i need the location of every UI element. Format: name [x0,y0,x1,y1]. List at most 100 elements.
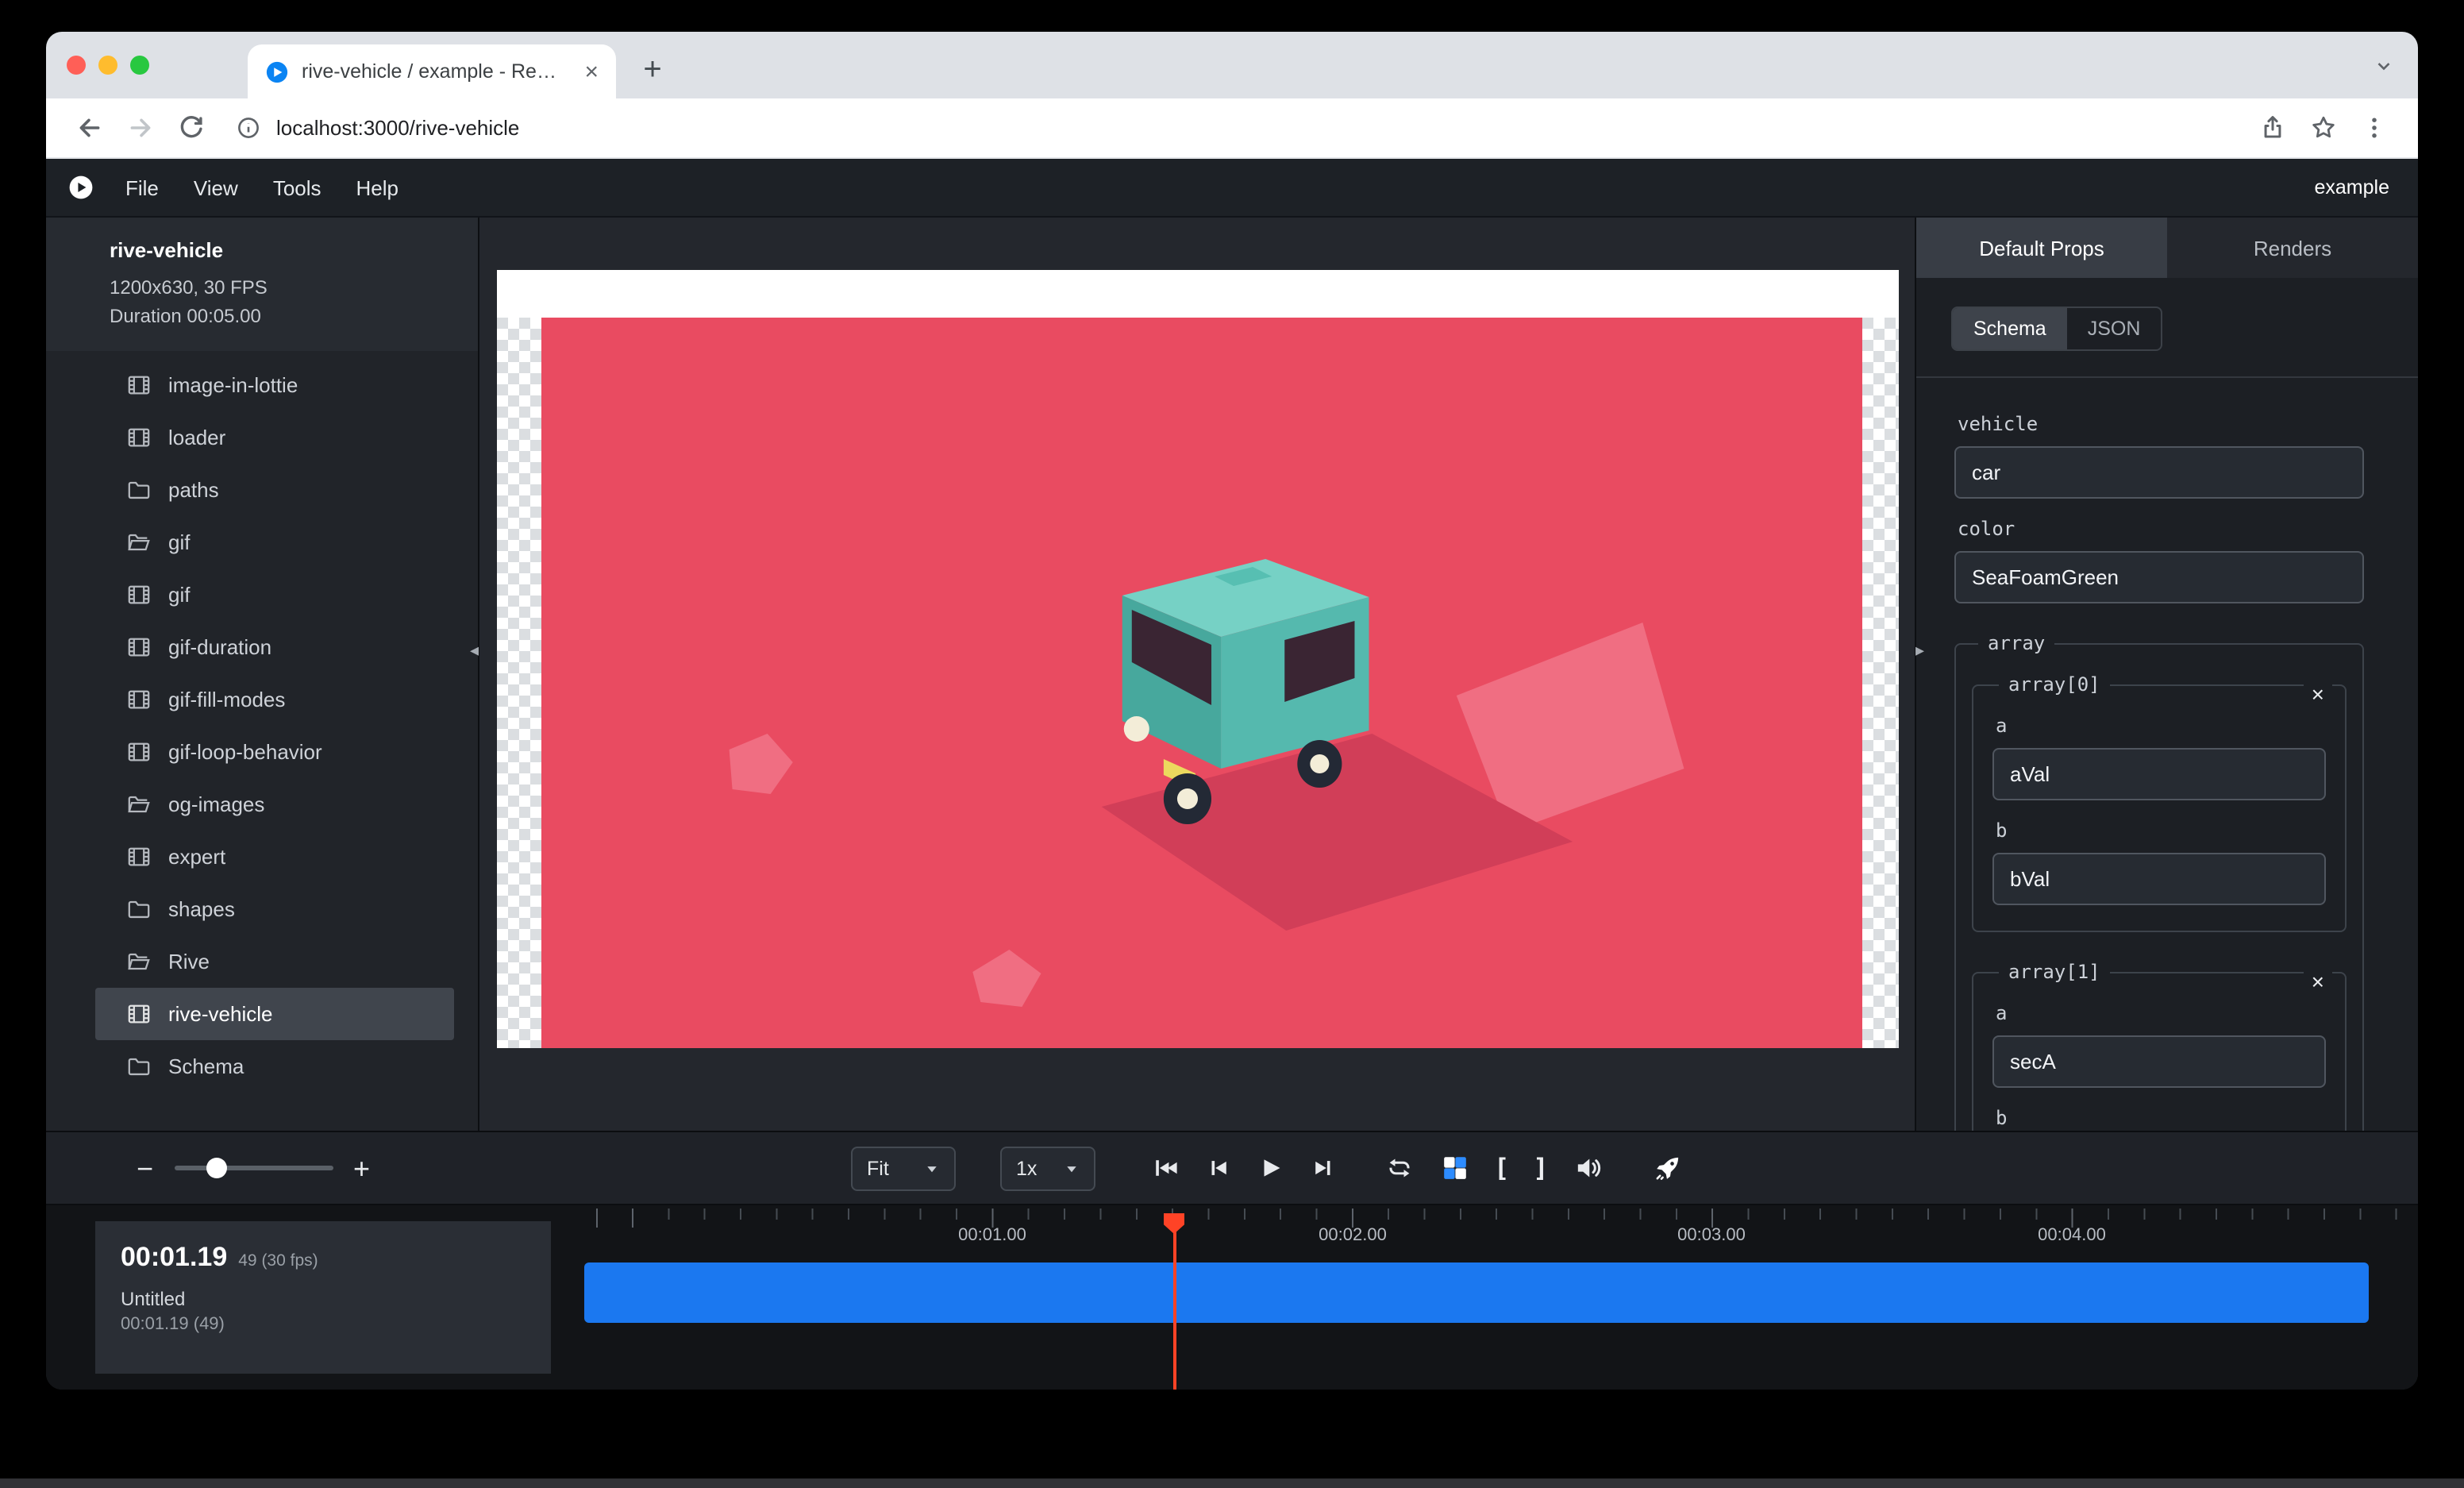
fit-select[interactable]: Fit [851,1146,956,1190]
speed-select-value: 1x [1016,1157,1037,1179]
zoom-slider-knob[interactable] [206,1158,226,1178]
zoom-out-icon[interactable]: − [137,1154,153,1182]
sidebar-item-rive-vehicle[interactable]: rive-vehicle [95,988,454,1040]
bookmark-star-icon[interactable] [2300,105,2347,151]
jump-to-end-icon[interactable] [1307,1152,1338,1184]
render-rocket-icon[interactable] [1652,1152,1684,1184]
sidebar-item-label: paths [168,478,219,502]
in-point-icon[interactable]: [ [1494,1155,1509,1181]
sidebar-item-label: gif-duration [168,635,271,659]
track-name: Untitled [121,1288,526,1310]
sidebar-item-schema[interactable]: Schema [95,1040,454,1093]
sidebar-item-paths[interactable]: paths [95,464,454,516]
film-icon [127,426,151,449]
sidebar-item-gif-folder[interactable]: gif [95,516,454,569]
timeline-ruler[interactable]: 00:01.00 00:02.00 00:03.00 00:04.00 [583,1205,2418,1253]
vehicle-input[interactable] [1954,446,2364,499]
array-fieldset: array array[0] × a b array[1] [1954,632,2364,1131]
remove-array-item-icon[interactable]: × [2304,680,2332,708]
sidebar-item-rive[interactable]: Rive [95,935,454,988]
close-window-button[interactable] [67,56,86,75]
sidebar-item-label: Schema [168,1054,244,1078]
subtab-schema[interactable]: Schema [1953,308,2067,349]
browser-tab[interactable]: rive-vehicle / example - Remot × [248,44,616,98]
menu-item-file[interactable]: File [108,175,176,199]
tab-renders[interactable]: Renders [2167,218,2418,278]
film-icon [127,635,151,659]
array-0-a-input[interactable] [1992,748,2326,800]
minimize-window-button[interactable] [98,56,117,75]
folder-open-icon [127,792,151,816]
array-item-0-label: array[0] [1999,673,2110,696]
sidebar-item-gif-fill-modes[interactable]: gif-fill-modes [95,673,454,726]
vehicle-illustration [541,318,1862,1048]
sidebar-item-label: og-images [168,792,264,816]
sidebar-item-shapes[interactable]: shapes [95,883,454,935]
color-input[interactable] [1954,551,2364,603]
timeline-track-bar[interactable] [584,1262,2369,1323]
zoom-window-button[interactable] [130,56,149,75]
previous-frame-icon[interactable] [1202,1152,1234,1184]
array-0-b-input[interactable] [1992,853,2326,905]
film-icon [127,688,151,711]
zoom-controls: − + [137,1132,370,1204]
transparency-checkerboard-icon[interactable] [1438,1152,1470,1184]
play-icon[interactable] [1254,1152,1286,1184]
array-item-1-fieldset: array[1] × a b [1972,961,2347,1131]
transparency-checker-right [1862,318,1899,1048]
sidebar-item-expert[interactable]: expert [95,831,454,883]
tab-search-chevron-icon[interactable] [2374,55,2394,75]
loop-icon[interactable] [1383,1152,1415,1184]
browser-tabstrip: rive-vehicle / example - Remot × + [46,32,2418,98]
menu-item-view[interactable]: View [176,175,256,199]
collapse-sidebar-arrow-icon[interactable]: ◂ [470,643,479,661]
composition-list: image-in-lottie loader paths gif [46,351,478,1093]
sidebar-item-gif-loop-behavior[interactable]: gif-loop-behavior [95,726,454,778]
desktop: rive-vehicle / example - Remot × + [0,0,2464,1488]
folder-icon [127,1054,151,1078]
url-field[interactable]: localhost:3000/rive-vehicle [219,116,2245,140]
remotion-logo-icon[interactable] [68,175,94,200]
sidebar-item-gif-duration[interactable]: gif-duration [95,621,454,673]
share-icon[interactable] [2250,105,2296,151]
desktop-bottom-strip [0,1478,2464,1488]
collapse-panel-arrow-icon[interactable]: ▸ [1915,643,1924,661]
back-icon[interactable] [67,105,113,151]
browser-menu-kebab-icon[interactable] [2351,105,2397,151]
film-icon [127,583,151,607]
tab-close-icon[interactable]: × [579,60,603,83]
array-1-a-input[interactable] [1992,1035,2326,1088]
sidebar-item-gif[interactable]: gif [95,569,454,621]
menu-item-tools[interactable]: Tools [256,175,339,199]
site-info-icon[interactable] [237,116,260,140]
color-label: color [1958,518,2364,540]
jump-to-start-icon[interactable] [1149,1152,1181,1184]
sidebar-item-image-in-lottie[interactable]: image-in-lottie [95,359,454,411]
playhead-line[interactable] [1173,1218,1176,1390]
zoom-in-icon[interactable]: + [353,1154,370,1182]
out-point-icon[interactable]: ] [1533,1155,1548,1181]
url-text: localhost:3000/rive-vehicle [276,116,519,140]
playback-speed-select[interactable]: 1x [1000,1146,1095,1190]
sidebar-item-label: rive-vehicle [168,1002,273,1026]
remove-array-item-icon[interactable]: × [2304,967,2332,996]
composition-info-header: rive-vehicle 1200x630, 30 FPS Duration 0… [46,218,478,351]
sidebar-item-label: gif [168,530,190,554]
sidebar-item-label: image-in-lottie [168,373,298,397]
schema-editor: vehicle color array array[0] × a b [1916,378,2418,1131]
timeline-info-panel: 00:01.19 49 (30 fps) Untitled 00:01.19 (… [95,1221,551,1374]
volume-icon[interactable] [1573,1152,1604,1184]
film-icon [127,740,151,764]
ruler-major-ticks [583,1209,2418,1228]
subtab-json[interactable]: JSON [2067,308,2162,349]
sidebar-item-label: Rive [168,950,210,973]
new-tab-button[interactable]: + [630,48,675,92]
reload-icon[interactable] [168,105,214,151]
animation-frame [541,318,1862,1048]
preview-area: ◂ [479,218,1915,1131]
zoom-slider[interactable] [174,1156,333,1180]
sidebar-item-loader[interactable]: loader [95,411,454,464]
menu-item-help[interactable]: Help [339,175,417,199]
tab-default-props[interactable]: Default Props [1916,218,2167,278]
sidebar-item-og-images[interactable]: og-images [95,778,454,831]
